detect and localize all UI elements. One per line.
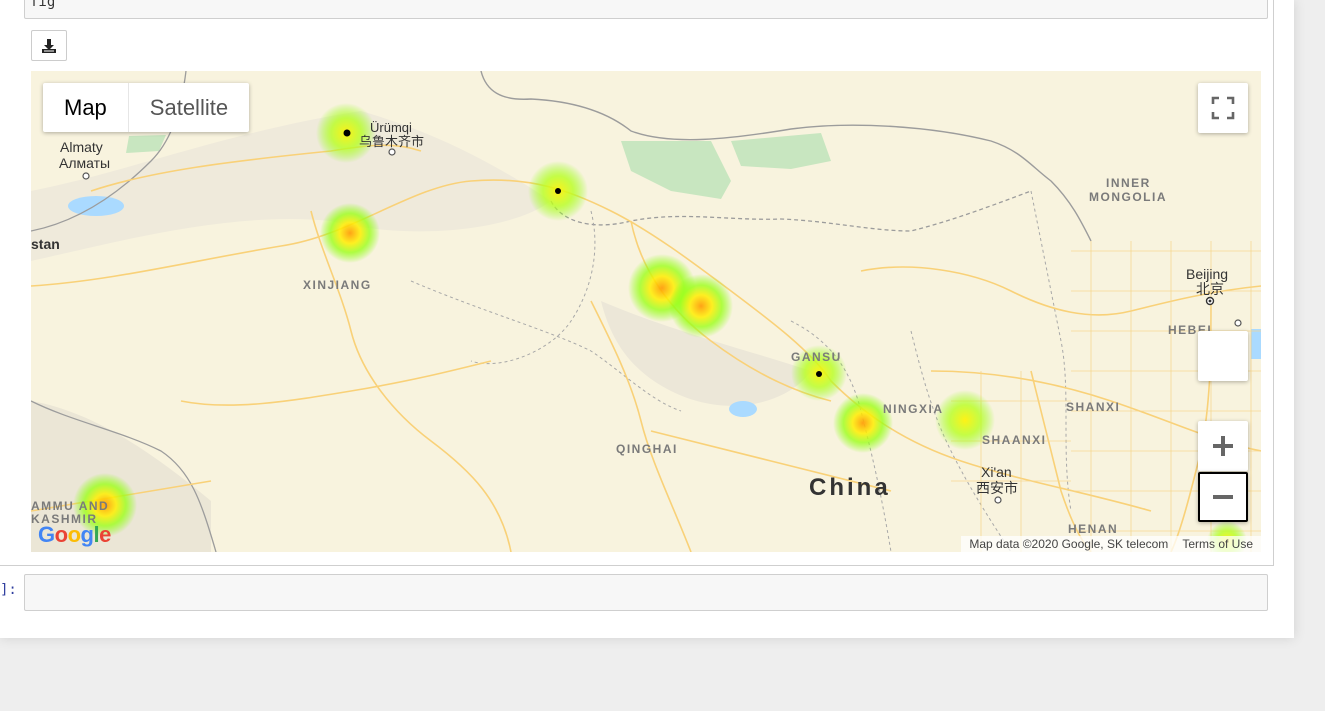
zoom-out-button[interactable] [1198, 472, 1248, 522]
fullscreen-button[interactable] [1198, 83, 1248, 133]
label-shanxi: SHANXI [1066, 400, 1121, 414]
attribution-text: Map data ©2020 Google, SK telecom [969, 537, 1169, 551]
map-widget[interactable]: Almaty Алматы Ürümqi 乌鲁木齐市 stan XINJIANG… [31, 71, 1261, 552]
map-attribution: Map data ©2020 Google, SK telecom Terms … [961, 536, 1261, 552]
fullscreen-icon [1211, 96, 1235, 120]
zoom-in-button[interactable] [1198, 421, 1248, 471]
label-almaty: Almaty [60, 139, 103, 155]
notebook-page: fig Almaty Алматы Ürümqi 乌鲁木齐市 stan XINJ… [0, 0, 1294, 638]
code-text: fig [30, 0, 56, 10]
map-type-satellite-button[interactable]: Satellite [127, 83, 249, 132]
empty-code-cell[interactable] [24, 574, 1268, 611]
label-shaanxi: SHAANXI [982, 433, 1047, 447]
cell-prompt: ]: [0, 582, 17, 598]
label-almaty-local: Алматы [59, 155, 111, 171]
label-china: China [809, 474, 891, 501]
map-canvas [31, 71, 1261, 552]
map-type-control: Map Satellite [43, 83, 250, 132]
label-inner-mongolia-1: INNER [1106, 176, 1151, 190]
label-henan: HENAN [1068, 522, 1119, 536]
download-icon [42, 38, 56, 53]
label-urumqi: Ürümqi [370, 120, 412, 135]
terms-of-use-link[interactable]: Terms of Use [1182, 537, 1253, 551]
label-beijing-local: 北京 [1196, 281, 1224, 297]
google-logo: Google [38, 522, 111, 547]
minus-icon [1213, 495, 1233, 499]
plus-icon [1213, 436, 1233, 456]
code-input[interactable]: fig [24, 0, 1268, 19]
label-inner-mongolia-2: MONGOLIA [1089, 190, 1167, 204]
street-view-control[interactable] [1198, 331, 1248, 381]
label-xian: Xi'an [981, 464, 1012, 480]
label-xinjiang: XINJIANG [303, 278, 372, 292]
map-type-map-button[interactable]: Map [43, 83, 128, 132]
label-qinghai: QINGHAI [616, 442, 678, 456]
label-xian-local: 西安市 [976, 480, 1018, 496]
label-stan: stan [31, 236, 60, 252]
label-urumqi-local: 乌鲁木齐市 [359, 134, 425, 149]
label-ningxia: NINGXIA [883, 402, 944, 416]
download-button[interactable] [31, 30, 67, 61]
label-jammu: AMMU AND [31, 499, 110, 513]
label-gansu: GANSU [791, 350, 842, 364]
label-beijing: Beijing [1186, 266, 1229, 282]
